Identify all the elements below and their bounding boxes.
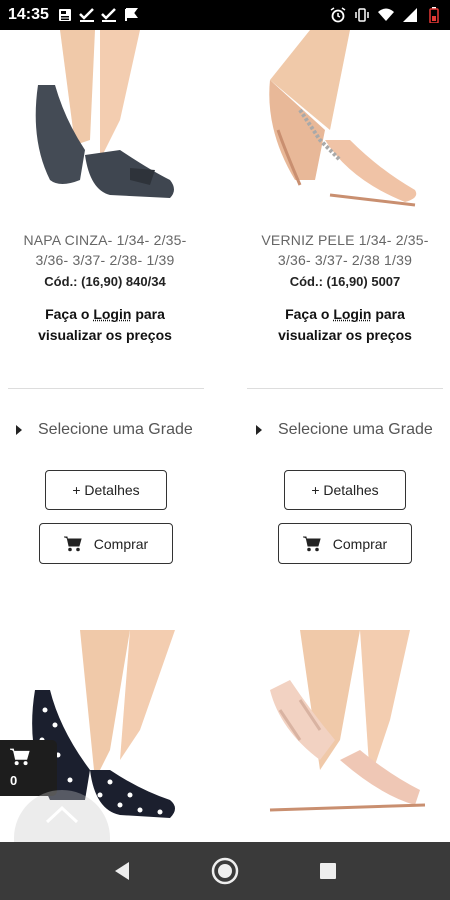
recents-icon[interactable] <box>313 856 343 886</box>
cart-icon <box>302 536 321 552</box>
grade-label: Selecione uma Grade <box>278 421 433 438</box>
product-name[interactable]: NAPA CINZA- 1/34- 2/35- 3/36- 3/37- 2/38… <box>0 230 210 270</box>
product-code: Cód.: (16,90) 5007 <box>289 274 401 289</box>
login-text: visualizar os preços <box>278 327 412 343</box>
login-text: visualizar os preços <box>38 327 172 343</box>
product-name-line: 3/36- 3/37- 2/38 1/39 <box>277 252 413 268</box>
cart-count: 0 <box>10 773 18 788</box>
news-icon <box>57 7 73 23</box>
flag-icon <box>123 7 139 23</box>
product-name-line: VERNIZ PELE 1/34- 2/35- <box>261 232 429 248</box>
login-text: Faça o <box>45 306 94 322</box>
buy-button[interactable]: Comprar <box>278 523 412 564</box>
cart-icon <box>63 536 82 552</box>
home-icon[interactable] <box>210 856 240 886</box>
grade-selector[interactable]: Selecione uma Grade <box>16 421 193 439</box>
check-icon <box>101 7 117 23</box>
login-prompt: Faça o Login para visualizar os preços <box>0 304 210 346</box>
floating-cart[interactable]: 0 <box>0 740 57 796</box>
alarm-icon <box>330 7 346 23</box>
battery-icon <box>426 7 442 23</box>
login-link[interactable]: Login <box>93 306 131 322</box>
system-nav-bar <box>0 842 450 900</box>
back-icon[interactable] <box>107 856 137 886</box>
wifi-icon <box>378 7 394 23</box>
cart-icon <box>10 748 30 771</box>
product-image[interactable] <box>240 630 450 842</box>
login-text: para <box>131 306 165 322</box>
login-link[interactable]: Login <box>333 306 371 322</box>
status-bar: 14:35 <box>0 0 450 30</box>
login-text: para <box>371 306 405 322</box>
details-button[interactable]: + Detalhes <box>45 470 167 510</box>
product-name-line: NAPA CINZA- 1/34- 2/35- <box>23 232 187 248</box>
signal-icon <box>402 7 418 23</box>
status-time: 14:35 <box>8 6 49 23</box>
vibrate-icon <box>354 7 370 23</box>
grade-selector[interactable]: Selecione uma Grade <box>256 421 433 439</box>
grade-label: Selecione uma Grade <box>38 421 193 438</box>
buy-label: Comprar <box>332 535 388 552</box>
login-prompt: Faça o Login para visualizar os preços <box>240 304 450 346</box>
details-button[interactable]: + Detalhes <box>284 470 406 510</box>
buy-button[interactable]: Comprar <box>39 523 173 564</box>
divider <box>247 388 443 389</box>
product-name-line: 3/36- 3/37- 2/38- 1/39 <box>35 252 175 268</box>
product-image[interactable] <box>0 30 210 220</box>
product-image[interactable] <box>240 30 450 220</box>
product-name[interactable]: VERNIZ PELE 1/34- 2/35- 3/36- 3/37- 2/38… <box>240 230 450 270</box>
product-code: Cód.: (16,90) 840/34 <box>44 274 166 289</box>
buy-label: Comprar <box>93 535 149 552</box>
login-text: Faça o <box>285 306 334 322</box>
product-grid: NAPA CINZA- 1/34- 2/35- 3/36- 3/37- 2/38… <box>0 30 450 842</box>
check-icon <box>79 7 95 23</box>
divider <box>8 388 204 389</box>
caret-right-icon <box>16 425 22 435</box>
caret-right-icon <box>256 425 262 435</box>
